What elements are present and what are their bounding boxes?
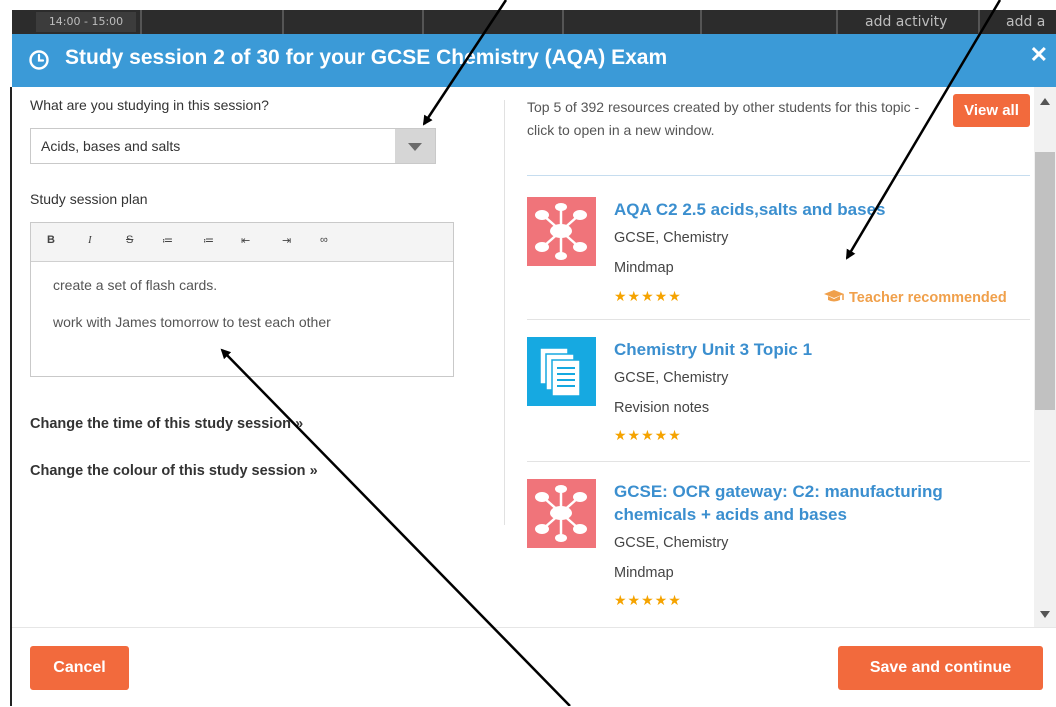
- annotation-arrows: [220, 0, 1002, 706]
- annotation-arrow: [220, 348, 571, 706]
- annotation-arrow: [422, 0, 508, 126]
- annotation-arrow: [845, 0, 1002, 260]
